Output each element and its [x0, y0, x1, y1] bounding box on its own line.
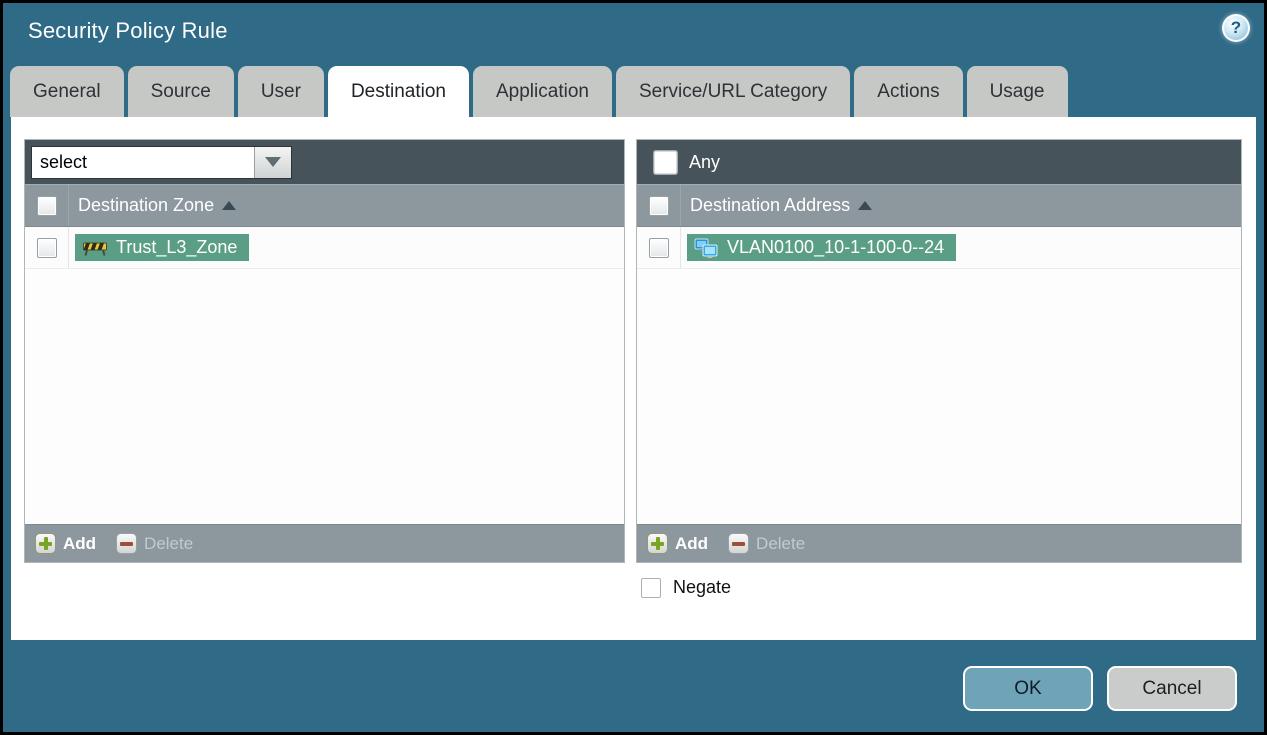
zone-column-header[interactable]: Destination Zone — [78, 195, 214, 216]
address-table-body: VLAN0100_10-1-100-0--24 — [637, 227, 1241, 524]
zone-table-body: Trust_L3_Zone — [25, 227, 624, 524]
zone-table-header: Destination Zone — [25, 184, 624, 227]
tab-source[interactable]: Source — [127, 66, 234, 117]
destination-zone-panel: Destination Zone — [24, 139, 625, 563]
address-panel-footer: Add Delete — [637, 524, 1241, 562]
tab-actions[interactable]: Actions — [854, 66, 963, 117]
delete-minus-icon — [116, 533, 138, 554]
address-row-checkbox-cell — [637, 227, 681, 268]
tab-label: Destination — [350, 80, 446, 102]
zone-filter-toolbar — [25, 140, 624, 184]
tab-application[interactable]: Application — [473, 66, 612, 117]
tab-destination[interactable]: Destination — [327, 66, 469, 117]
zone-select-input[interactable] — [32, 146, 254, 178]
tab-general[interactable]: General — [10, 66, 124, 117]
tab-usage[interactable]: Usage — [966, 66, 1068, 117]
sort-ascending-icon[interactable] — [858, 201, 873, 210]
negate-row: Negate — [641, 577, 731, 598]
address-row-checkbox[interactable] — [648, 237, 669, 258]
zone-select-all-checkbox[interactable] — [36, 195, 57, 216]
zone-row-checkbox-cell — [25, 227, 69, 268]
ok-button-label: OK — [1014, 677, 1042, 699]
address-header-checkbox-cell — [637, 185, 681, 226]
tab-label: General — [33, 80, 101, 102]
delete-label: Delete — [144, 533, 194, 553]
any-checkbox[interactable] — [653, 150, 677, 174]
address-item-chip[interactable]: VLAN0100_10-1-100-0--24 — [687, 234, 957, 261]
tab-label: Source — [150, 80, 211, 102]
help-icon-glyph: ? — [1230, 18, 1242, 37]
add-label: Add — [675, 533, 709, 553]
table-row: VLAN0100_10-1-100-0--24 — [637, 227, 1241, 269]
add-label: Add — [63, 533, 97, 553]
zone-panel-footer: Add Delete — [25, 524, 624, 562]
ok-button[interactable]: OK — [963, 666, 1093, 711]
cancel-button[interactable]: Cancel — [1107, 666, 1237, 711]
dialog-title: Security Policy Rule — [28, 18, 228, 43]
zone-row-checkbox[interactable] — [36, 237, 57, 258]
zone-select-combobox — [31, 145, 292, 179]
any-toolbar: Any — [637, 140, 1241, 184]
zone-item-chip[interactable]: Trust_L3_Zone — [75, 234, 250, 261]
address-column-header[interactable]: Destination Address — [690, 195, 850, 216]
zone-select-dropdown-button[interactable] — [254, 146, 291, 178]
address-item-label: VLAN0100_10-1-100-0--24 — [727, 237, 945, 257]
tab-service-url-category[interactable]: Service/URL Category — [615, 66, 851, 117]
tab-content-destination: Destination Zone — [11, 117, 1256, 640]
tab-bar: General Source User Destination Applicat… — [10, 66, 1068, 117]
zone-item-label: Trust_L3_Zone — [116, 237, 238, 257]
chevron-down-icon — [265, 157, 281, 167]
tab-label: Actions — [877, 80, 940, 102]
tab-user[interactable]: User — [237, 66, 324, 117]
any-label: Any — [689, 151, 721, 172]
tab-label: User — [260, 80, 301, 102]
negate-label: Negate — [673, 577, 732, 597]
delete-minus-icon — [728, 533, 750, 554]
delete-zone-button[interactable]: Delete — [116, 533, 193, 554]
tab-label: Application — [496, 80, 589, 102]
address-table-header: Destination Address — [637, 184, 1241, 227]
tab-label: Service/URL Category — [638, 80, 828, 102]
help-icon[interactable]: ? — [1222, 14, 1250, 42]
negate-checkbox[interactable] — [641, 577, 661, 598]
add-address-button[interactable]: Add — [647, 533, 708, 554]
address-select-all-checkbox[interactable] — [648, 195, 669, 216]
delete-label: Delete — [756, 533, 806, 553]
cancel-button-label: Cancel — [1142, 677, 1202, 699]
network-computers-icon — [694, 238, 718, 258]
destination-address-panel: Any Destination Address VLAN0100_10-1-10… — [636, 139, 1242, 563]
tab-label: Usage — [989, 80, 1045, 102]
any-checkbox-cell — [643, 150, 687, 174]
delete-address-button[interactable]: Delete — [728, 533, 805, 554]
table-row: Trust_L3_Zone — [25, 227, 624, 269]
add-plus-icon — [35, 533, 56, 554]
sort-ascending-icon[interactable] — [222, 201, 237, 210]
security-policy-rule-dialog: Security Policy Rule ? General Source Us… — [0, 0, 1267, 735]
zone-barrier-icon — [83, 242, 107, 256]
add-zone-button[interactable]: Add — [35, 533, 96, 554]
zone-header-checkbox-cell — [25, 185, 69, 226]
add-plus-icon — [647, 533, 668, 554]
